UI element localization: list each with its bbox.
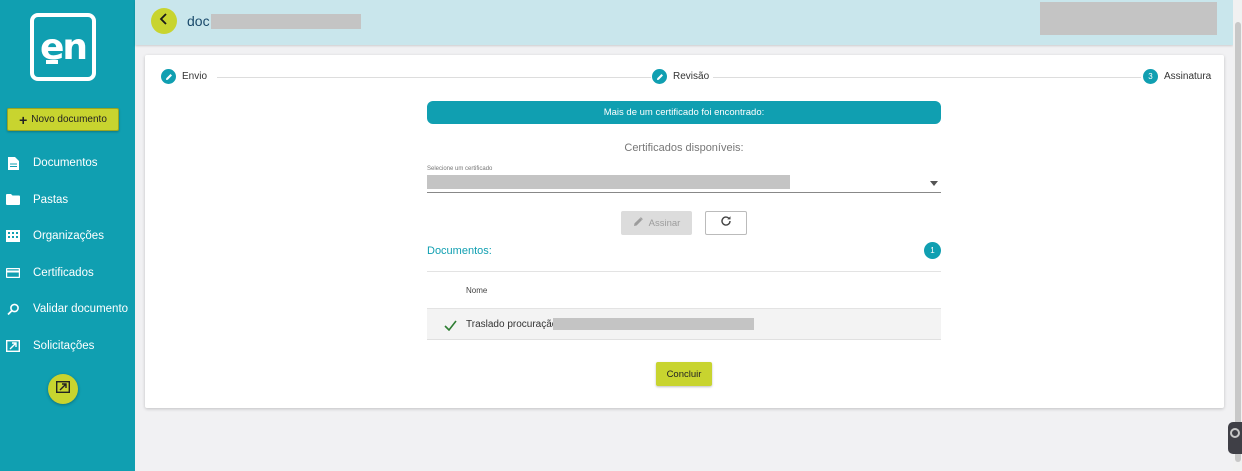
certificate-select-underline bbox=[427, 192, 941, 193]
table-row[interactable]: Traslado procuração bbox=[427, 309, 941, 340]
pencil-icon bbox=[161, 69, 176, 84]
logo-underline bbox=[46, 60, 58, 64]
sidebar-item-label: Solicitações bbox=[33, 339, 95, 352]
step-number: 3 bbox=[1143, 69, 1158, 84]
sidebar-item-label: Documentos bbox=[33, 157, 98, 170]
sidebar-item-solicitacoes[interactable]: Solicitações bbox=[0, 328, 135, 365]
sidebar: en + Novo documento Documentos Pastas Or… bbox=[0, 0, 135, 471]
documents-count-badge: 1 bbox=[924, 242, 941, 259]
dropdown-arrow-icon[interactable] bbox=[930, 181, 938, 186]
logo-text: en bbox=[39, 27, 88, 68]
chevron-left-icon bbox=[159, 12, 169, 30]
step-envio[interactable]: Envio bbox=[161, 69, 207, 84]
app-logo[interactable]: en bbox=[30, 13, 96, 81]
sidebar-item-validar-documento[interactable]: Validar documento bbox=[0, 291, 135, 328]
building-icon bbox=[6, 229, 20, 243]
sign-pen-icon bbox=[633, 216, 644, 230]
certificate-alert-banner: Mais de um certificado foi encontrado: bbox=[427, 101, 941, 124]
sidebar-item-organizacoes[interactable]: Organizações bbox=[0, 218, 135, 255]
card-icon bbox=[6, 266, 20, 280]
sidebar-item-label: Pastas bbox=[33, 193, 69, 206]
search-icon bbox=[6, 302, 20, 316]
sidebar-item-certificados[interactable]: Certificados bbox=[0, 255, 135, 292]
redacted-document-name bbox=[553, 318, 754, 330]
scrollbar-thumb[interactable] bbox=[1235, 22, 1241, 462]
sidebar-item-documentos[interactable]: Documentos bbox=[0, 145, 135, 182]
step-label: Revisão bbox=[673, 71, 710, 82]
documents-label: Documentos: bbox=[427, 245, 492, 257]
step-label: Envio bbox=[182, 71, 208, 82]
refresh-button[interactable] bbox=[705, 211, 747, 235]
step-assinatura[interactable]: 3 Assinatura bbox=[1143, 69, 1211, 84]
divider bbox=[427, 271, 941, 272]
certificate-select-value[interactable] bbox=[427, 175, 790, 189]
pencil-icon bbox=[652, 69, 667, 84]
new-document-button[interactable]: + Novo documento bbox=[7, 108, 119, 131]
redacted-title bbox=[211, 14, 361, 29]
sign-button-label: Assinar bbox=[648, 217, 681, 229]
signing-card: Envio Revisão 3 Assinatura Mais de um ce… bbox=[145, 55, 1224, 408]
back-button[interactable] bbox=[151, 8, 177, 34]
sidebar-item-label: Organizações bbox=[33, 230, 104, 243]
sign-button[interactable]: Assinar bbox=[621, 211, 692, 235]
sidebar-item-pastas[interactable]: Pastas bbox=[0, 182, 135, 219]
step-revisao[interactable]: Revisão bbox=[652, 69, 709, 84]
sign-request-fab[interactable] bbox=[48, 374, 78, 404]
page-title: doc bbox=[187, 13, 210, 29]
check-icon bbox=[444, 318, 457, 336]
certificate-select-label: Selecione um certificado bbox=[427, 166, 493, 172]
plus-icon: + bbox=[19, 111, 28, 128]
document-name: Traslado procuração bbox=[466, 319, 558, 330]
sidebar-item-label: Validar documento bbox=[33, 303, 129, 316]
step-label: Assinatura bbox=[1164, 71, 1212, 82]
redacted-user-area bbox=[1040, 2, 1217, 35]
sidebar-item-label: Certificados bbox=[33, 266, 94, 279]
column-header-name: Nome bbox=[466, 286, 488, 295]
document-icon bbox=[6, 156, 20, 170]
side-widget-tab[interactable] bbox=[1228, 422, 1242, 454]
widget-icon bbox=[1230, 428, 1240, 438]
conclude-button[interactable]: Concluir bbox=[656, 362, 712, 386]
top-header: doc bbox=[135, 0, 1233, 45]
request-icon bbox=[6, 339, 20, 353]
stepper-connector bbox=[217, 77, 651, 78]
request-icon bbox=[55, 380, 71, 398]
folder-icon bbox=[6, 193, 20, 207]
sidebar-nav: Documentos Pastas Organizações Certifica… bbox=[0, 145, 135, 364]
new-document-label: Novo documento bbox=[31, 114, 107, 125]
refresh-icon bbox=[720, 214, 732, 232]
stepper-connector bbox=[713, 77, 1141, 78]
certificates-heading: Certificados disponíveis: bbox=[624, 142, 744, 154]
